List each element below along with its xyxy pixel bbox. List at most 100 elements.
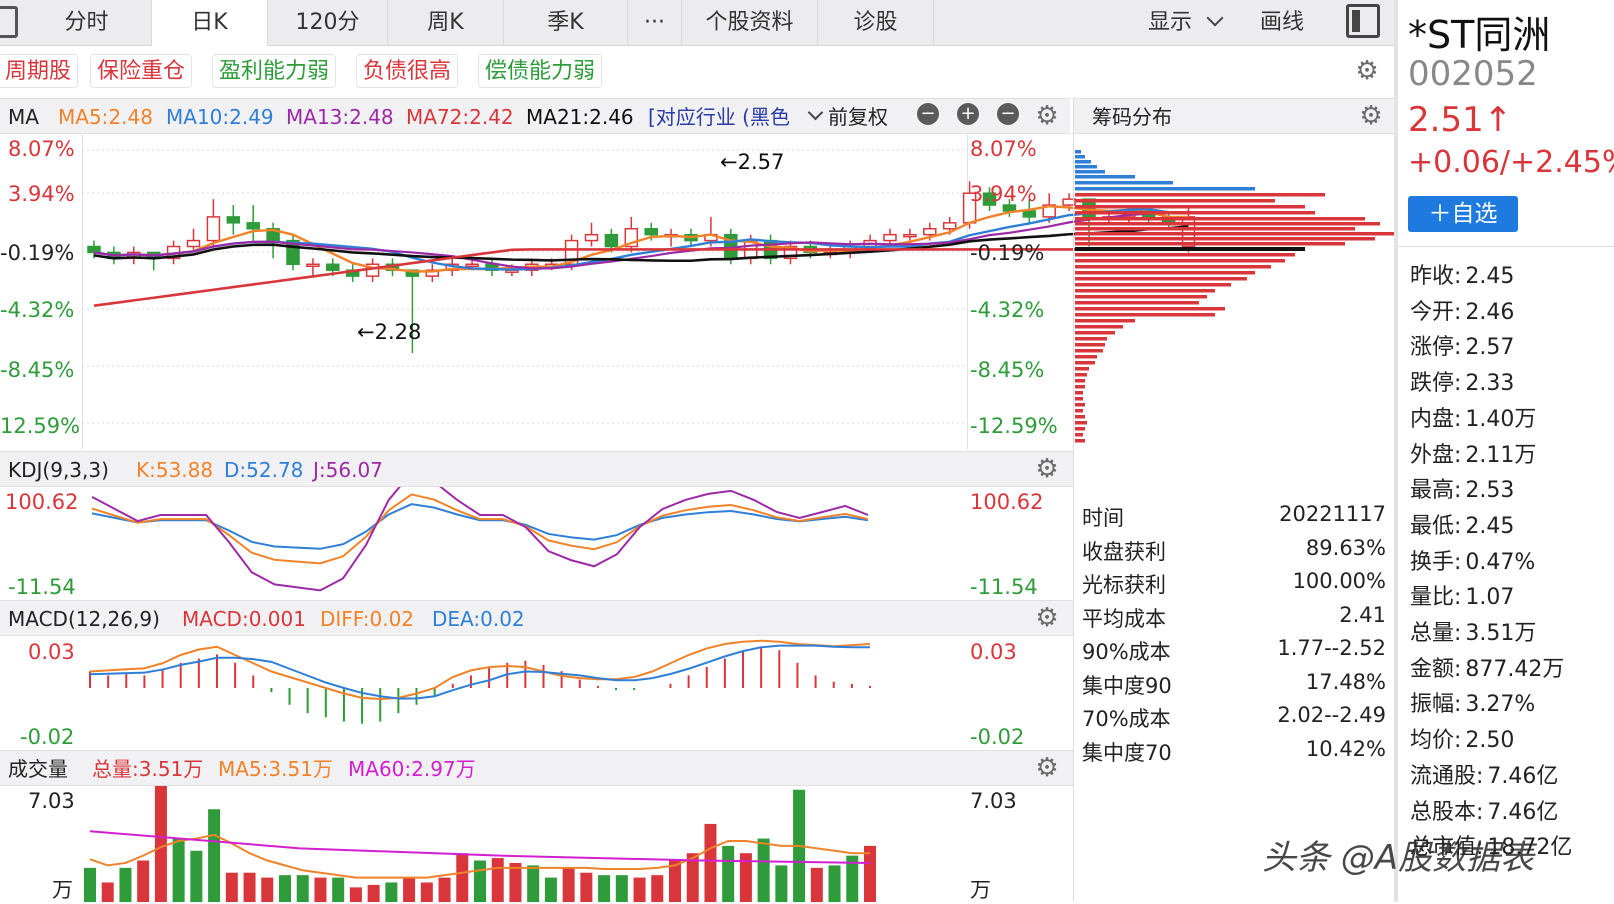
chip-bar bbox=[1075, 242, 1345, 246]
chip-bar bbox=[1075, 415, 1085, 419]
quote-row: 外盘: 2.11万 bbox=[1410, 437, 1536, 469]
macd-header: MACD(12,26,9) MACD:0.001 DIFF:0.02 DEA:0… bbox=[0, 600, 1074, 636]
chip-row-value: 17.48% bbox=[1305, 669, 1386, 694]
macd-top-right-label: 0.03 bbox=[970, 640, 1017, 664]
chip-bar bbox=[1075, 232, 1395, 236]
quote-row: 最低: 2.45 bbox=[1410, 508, 1514, 540]
quote-value: 1.40万 bbox=[1465, 406, 1537, 432]
chip-row-key: 90%成本 bbox=[1082, 640, 1171, 664]
right-panel-divider bbox=[1394, 0, 1398, 902]
kdj-title: KDJ(9,3,3) bbox=[8, 458, 109, 482]
volume-header: 成交量 总量:3.51万 MA5:3.51万 MA60:2.97万 bbox=[0, 750, 1074, 786]
chip-bar bbox=[1075, 205, 1305, 209]
chip-panel-divider bbox=[1073, 98, 1074, 902]
volume-top-right-label: 7.03 bbox=[970, 789, 1017, 813]
chip-bar bbox=[1075, 361, 1095, 365]
add-watchlist-button[interactable]: ＋自选 bbox=[1408, 196, 1518, 232]
volume-unit-right-label: 万 bbox=[970, 878, 991, 902]
stock-change: +0.06/+2.45% bbox=[1408, 145, 1614, 180]
quote-row: 总量: 3.51万 bbox=[1410, 615, 1536, 647]
quote-value: 3.27% bbox=[1465, 692, 1536, 718]
chip-bar bbox=[1075, 271, 1255, 275]
volume-settings-gear-icon[interactable]: ⚙ bbox=[1035, 755, 1059, 781]
chip-bar bbox=[1075, 355, 1097, 359]
kdj-j-label: J:56.07 bbox=[313, 458, 383, 482]
chip-bar bbox=[1075, 222, 1380, 226]
chip-bar bbox=[1075, 211, 1315, 215]
quote-key: 最低: bbox=[1410, 513, 1462, 539]
volume-top-label: 7.03 bbox=[28, 789, 75, 813]
chip-bar bbox=[1075, 409, 1083, 413]
kdj-top-label: 100.62 bbox=[5, 490, 79, 514]
chip-bar bbox=[1075, 373, 1087, 377]
quote-row: 量比: 1.07 bbox=[1410, 579, 1514, 611]
quote-key: 内盘: bbox=[1410, 406, 1462, 432]
chip-row-key: 平均成本 bbox=[1082, 606, 1166, 631]
volume-ma5-label: MA5:3.51万 bbox=[218, 757, 333, 781]
quote-value: 2.45 bbox=[1465, 264, 1515, 289]
chip-bar bbox=[1075, 337, 1107, 341]
stock-price: 2.51↑ bbox=[1408, 100, 1513, 140]
quote-row: 均价: 2.50 bbox=[1410, 722, 1514, 754]
chip-bar bbox=[1075, 397, 1083, 401]
macd-settings-gear-icon[interactable]: ⚙ bbox=[1035, 605, 1059, 631]
chip-bar bbox=[1075, 349, 1103, 353]
kdj-bottom-label: -11.54 bbox=[8, 575, 76, 599]
quote-key: 均价: bbox=[1410, 728, 1462, 754]
chip-bar bbox=[1075, 150, 1081, 154]
macd-dea-label: DEA:0.02 bbox=[432, 607, 525, 631]
quote-row: 昨收: 2.45 bbox=[1410, 258, 1514, 290]
quote-row: 最高: 2.53 bbox=[1410, 472, 1514, 504]
chip-bar bbox=[1075, 187, 1255, 191]
quote-row: 流通股: 7.46亿 bbox=[1410, 758, 1558, 790]
chip-row-key: 光标获利 bbox=[1082, 573, 1166, 597]
macd-bottom-label: -0.02 bbox=[20, 725, 75, 749]
chip-row-value: 2.02--2.49 bbox=[1277, 703, 1386, 727]
chip-bar bbox=[1075, 265, 1271, 269]
chip-row: 70%成本 2.02--2.49 bbox=[1082, 703, 1386, 736]
chip-row: 时间 20221117 bbox=[1082, 502, 1386, 535]
chip-row-value: 10.42% bbox=[1305, 736, 1386, 761]
chip-bar bbox=[1075, 155, 1085, 159]
chip-bar bbox=[1075, 343, 1105, 347]
quote-row: 涨停: 2.57 bbox=[1410, 329, 1514, 361]
chip-bar bbox=[1075, 391, 1083, 395]
chip-row-value: 2.41 bbox=[1339, 602, 1386, 627]
quote-value: 2.45 bbox=[1465, 513, 1515, 539]
chip-bar bbox=[1075, 237, 1375, 241]
volume-unit-label: 万 bbox=[52, 878, 73, 902]
chip-row-key: 时间 bbox=[1082, 506, 1124, 530]
kdj-settings-gear-icon[interactable]: ⚙ bbox=[1035, 456, 1059, 482]
quote-row: 换手: 0.47% bbox=[1410, 544, 1535, 576]
quote-row: 今开: 2.46 bbox=[1410, 294, 1514, 326]
kdj-bottom-right-label: -11.54 bbox=[970, 575, 1038, 599]
kdj-d-label: D:52.78 bbox=[224, 458, 304, 482]
watermark: 头条 @A股数据表 bbox=[1262, 838, 1535, 878]
chip-bar bbox=[1075, 175, 1135, 179]
quote-value: 1.07 bbox=[1465, 585, 1515, 611]
quote-row: 金额: 877.42万 bbox=[1410, 651, 1564, 683]
chip-bar bbox=[1075, 385, 1085, 389]
chip-bar bbox=[1075, 259, 1285, 263]
chip-bar bbox=[1075, 170, 1105, 174]
quote-value: 2.53 bbox=[1465, 478, 1515, 504]
quote-value: 2.57 bbox=[1465, 335, 1515, 361]
quote-key: 最高: bbox=[1410, 478, 1462, 504]
chip-row: 集中度70 10.42% bbox=[1082, 737, 1386, 770]
chip-row: 集中度90 17.48% bbox=[1082, 670, 1386, 703]
chip-bar bbox=[1075, 289, 1215, 293]
quote-key: 金额: bbox=[1410, 656, 1462, 682]
quote-key: 外盘: bbox=[1410, 442, 1462, 468]
chip-row-key: 70%成本 bbox=[1082, 707, 1171, 731]
chip-row: 收盘获利 89.63% bbox=[1082, 536, 1386, 569]
volume-title: 成交量 bbox=[8, 757, 68, 781]
quote-row: 跌停: 2.33 bbox=[1410, 365, 1514, 397]
quote-value: 0.47% bbox=[1465, 549, 1536, 575]
chip-bar bbox=[1075, 227, 1355, 231]
chip-bar bbox=[1075, 277, 1247, 281]
chip-row-value: 1.77--2.52 bbox=[1277, 636, 1386, 660]
chip-bar bbox=[1075, 295, 1207, 299]
quote-key: 量比: bbox=[1410, 585, 1462, 611]
quote-value: 7.46亿 bbox=[1487, 799, 1559, 825]
quote-key: 振幅: bbox=[1410, 692, 1462, 718]
